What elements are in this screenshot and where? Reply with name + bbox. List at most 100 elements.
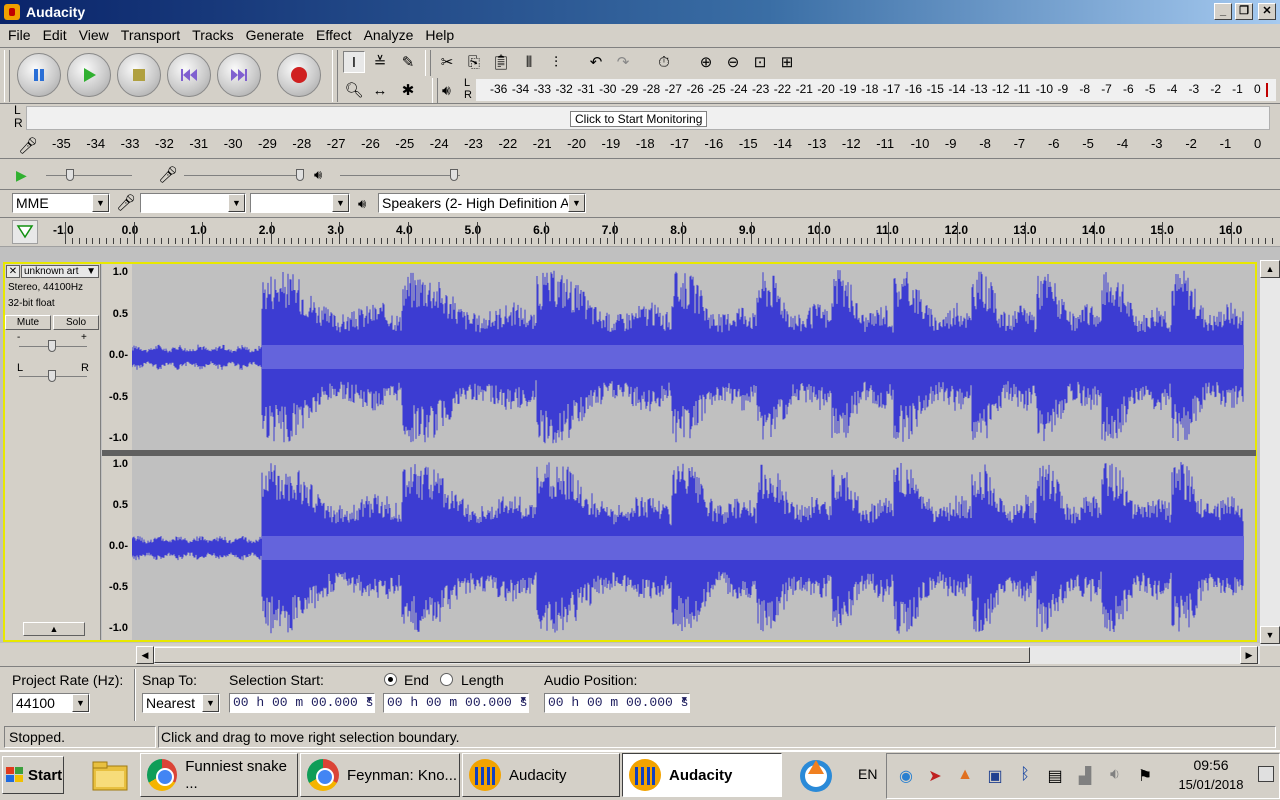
toolbar-grip[interactable]: [332, 50, 338, 102]
waveform-left-channel[interactable]: [131, 264, 1254, 450]
taskbar-item-chrome-2[interactable]: Feynman: Kno...: [300, 753, 460, 797]
menu-view[interactable]: View: [73, 27, 115, 43]
selection-end-field[interactable]: 00 h 00 m 00.000 s ▼: [383, 693, 529, 713]
playback-device-select[interactable]: Speakers (2- High Definition Au ▼: [378, 193, 586, 213]
toolbar-grip[interactable]: [432, 78, 438, 104]
menu-effect[interactable]: Effect: [310, 27, 358, 43]
fit-selection-icon[interactable]: ⊡: [749, 51, 771, 73]
menu-generate[interactable]: Generate: [240, 27, 310, 43]
format-menu-arrow-icon[interactable]: ▼: [682, 695, 687, 705]
horizontal-scrollbar[interactable]: ◀ ▶: [136, 646, 1260, 664]
format-menu-arrow-icon[interactable]: ▼: [367, 695, 372, 705]
menu-file[interactable]: File: [2, 27, 37, 43]
scroll-right-icon[interactable]: ▶: [1240, 646, 1258, 664]
recording-channels-select[interactable]: ▼: [250, 193, 350, 213]
record-button[interactable]: [277, 53, 321, 97]
pause-button[interactable]: [17, 53, 61, 97]
ruler-minor-tick: [195, 238, 197, 244]
selection-start-field[interactable]: 00 h 00 m 00.000 s ▼: [229, 693, 375, 713]
close-button[interactable]: ✕: [1258, 3, 1276, 20]
bluetooth-icon[interactable]: ᛒ: [1015, 766, 1035, 784]
audio-position-field[interactable]: 00 h 00 m 00.000 s ▼: [544, 693, 690, 713]
play-speed-slider[interactable]: [46, 167, 132, 183]
snap-to-select[interactable]: Nearest ▼: [142, 693, 220, 713]
timeline-ruler[interactable]: -1.00.01.02.03.04.05.06.07.08.09.010.011…: [0, 217, 1280, 245]
playback-meter[interactable]: -36 -34 -33 -32 -31 -30 -29 -28 -27 -26 -25 -24 -23-…: [476, 79, 1276, 101]
menu-help[interactable]: Help: [419, 27, 460, 43]
record-volume-slider[interactable]: [184, 167, 306, 183]
clock-time[interactable]: 09:56: [1172, 757, 1250, 773]
timeshift-tool-icon[interactable]: ↔: [369, 79, 391, 101]
cut-icon[interactable]: ✂: [436, 51, 458, 73]
usb-device-icon[interactable]: ▤: [1045, 766, 1065, 785]
antivirus-icon[interactable]: ➤: [925, 766, 945, 785]
audio-host-select[interactable]: MME ▼: [12, 193, 110, 213]
paste-icon[interactable]: 📋︎: [490, 51, 512, 73]
solo-button[interactable]: Solo: [53, 315, 99, 330]
signal-icon[interactable]: ▟: [1075, 766, 1095, 785]
language-indicator[interactable]: EN: [858, 766, 877, 782]
minimize-button[interactable]: _: [1214, 3, 1232, 20]
taskbar-item-audacity-1[interactable]: Audacity: [462, 753, 620, 797]
scroll-down-icon[interactable]: ▼: [1260, 626, 1280, 644]
zoom-in-icon[interactable]: ⊕: [695, 51, 717, 73]
multi-tool-icon[interactable]: ✱: [397, 79, 419, 101]
menu-tracks[interactable]: Tracks: [186, 27, 239, 43]
scroll-up-icon[interactable]: ▲: [1260, 260, 1280, 278]
zoom-out-icon[interactable]: ⊖: [722, 51, 744, 73]
taskbar-item-chrome-1[interactable]: Funniest snake ...: [140, 753, 298, 797]
redo-icon[interactable]: ↷: [612, 51, 634, 73]
trim-icon[interactable]: ⫴: [518, 51, 540, 73]
end-radio[interactable]: [384, 673, 397, 686]
collapse-track-button[interactable]: ▲: [23, 622, 85, 636]
pan-slider[interactable]: L R: [17, 362, 89, 382]
project-rate-select[interactable]: 44100 ▼: [12, 693, 90, 713]
recording-device-select[interactable]: ▼: [140, 193, 246, 213]
network-helper-icon[interactable]: ◉: [896, 766, 916, 785]
playback-volume-slider[interactable]: [340, 167, 462, 183]
length-radio[interactable]: [440, 673, 453, 686]
action-center-flag-icon[interactable]: ⚑: [1135, 766, 1155, 785]
toolbar-grip[interactable]: [4, 50, 10, 102]
format-menu-arrow-icon[interactable]: ▼: [521, 695, 526, 705]
envelope-tool-icon[interactable]: ≚: [369, 51, 391, 73]
scroll-thumb[interactable]: [154, 647, 1030, 663]
restore-button[interactable]: ❐: [1235, 3, 1253, 20]
skip-to-end-button[interactable]: [217, 53, 261, 97]
start-button[interactable]: Start: [2, 756, 64, 794]
undo-icon[interactable]: ↶: [585, 51, 607, 73]
ruler-minor-tick: [682, 222, 684, 244]
waveform-right-channel[interactable]: [131, 456, 1254, 640]
volume-icon[interactable]: 🔉︎: [1105, 766, 1125, 784]
toolbar-grip[interactable]: [425, 50, 431, 76]
play-button[interactable]: [67, 53, 111, 97]
update-icon[interactable]: ▲: [955, 766, 975, 784]
clock-date[interactable]: 15/01/2018: [1166, 777, 1256, 792]
fit-project-icon[interactable]: ⊞: [776, 51, 798, 73]
show-desktop-icon[interactable]: [1258, 766, 1274, 782]
play-at-speed-icon[interactable]: ▶: [16, 167, 27, 184]
taskbar-item-audacity-2[interactable]: Audacity: [622, 753, 782, 797]
mute-button[interactable]: Mute: [5, 315, 51, 330]
stop-button[interactable]: [117, 53, 161, 97]
draw-tool-icon[interactable]: ✎: [397, 51, 419, 73]
gain-slider[interactable]: - +: [17, 332, 89, 352]
zoom-tool-icon[interactable]: 🔍︎: [343, 79, 365, 101]
pinned-app-button[interactable]: [796, 756, 836, 794]
menu-transport[interactable]: Transport: [115, 27, 186, 43]
file-explorer-button[interactable]: [90, 757, 134, 795]
scroll-left-icon[interactable]: ◀: [136, 646, 154, 664]
copy-icon[interactable]: ⎘: [463, 51, 485, 73]
vertical-scrollbar[interactable]: ▲ ▼: [1260, 260, 1280, 646]
sync-lock-icon[interactable]: ⏱: [653, 51, 675, 73]
skip-to-start-button[interactable]: [167, 53, 211, 97]
display-icon[interactable]: ▣: [985, 766, 1005, 785]
start-monitoring-label[interactable]: Click to Start Monitoring: [570, 111, 708, 127]
menu-edit[interactable]: Edit: [37, 27, 73, 43]
silence-icon[interactable]: ⫶: [545, 51, 567, 73]
chrome-icon: [307, 759, 339, 791]
selection-tool-icon[interactable]: I: [343, 51, 365, 73]
track-close-button[interactable]: ✕: [6, 265, 20, 278]
menu-analyze[interactable]: Analyze: [358, 27, 420, 43]
track-name-menu[interactable]: unknown art ▼: [21, 265, 99, 278]
